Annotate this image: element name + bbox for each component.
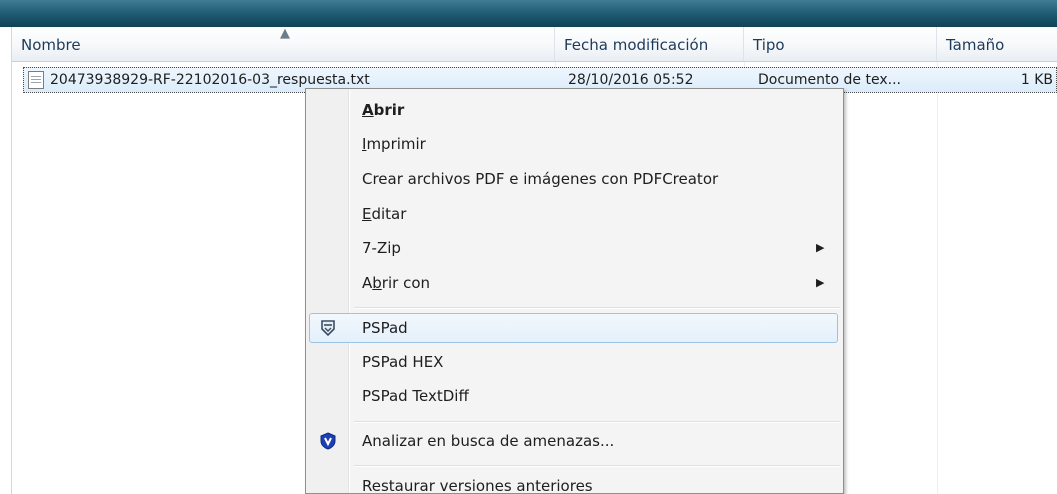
menu-item-edit[interactable]: Editar [306,197,843,231]
submenu-arrow-icon: ▶ [816,241,825,254]
menu-item-7zip-label: 7-Zip [362,239,401,257]
menu-item-restore[interactable]: Restaurar versiones anteriores [306,469,843,494]
window-title-bar [0,0,1057,27]
menu-item-open[interactable]: Abrir [306,93,843,127]
shield-scan-icon [320,432,336,450]
column-header-date[interactable]: Fecha modificación [555,27,744,61]
column-header-type-label: Tipo [753,36,785,54]
sort-ascending-icon: ▲ [280,26,290,41]
submenu-arrow-icon: ▶ [816,276,825,289]
text-file-icon [28,71,44,89]
menu-item-pspad[interactable]: PSPad [306,311,843,345]
menu-separator [354,465,840,467]
menu-item-print[interactable]: Imprimir [306,127,843,161]
menu-separator [354,307,840,309]
column-header-size[interactable]: Tamaño [937,27,1057,61]
menu-item-pdfcreator-label: Crear archivos PDF e imágenes con PDFCre… [362,170,719,188]
column-header-bar: Nombre ▲ Fecha modificación Tipo Tamaño [12,26,1057,62]
menu-item-pdfcreator[interactable]: Crear archivos PDF e imágenes con PDFCre… [306,162,843,196]
menu-separator [354,421,840,423]
menu-item-open-with-label: Abrir con [362,274,430,292]
column-header-size-label: Tamaño [946,36,1005,54]
menu-item-scan[interactable]: Analizar en busca de amenazas... [306,424,843,458]
column-header-type[interactable]: Tipo [744,27,937,61]
menu-item-open-with[interactable]: Abrir con ▶ [306,266,843,300]
menu-item-edit-label: Editar [362,205,407,223]
menu-item-scan-label: Analizar en busca de amenazas... [362,432,615,450]
menu-item-open-label: Abrir [362,101,405,119]
navigation-pane-edge [0,27,12,494]
menu-item-pspad-textdiff[interactable]: PSPad TextDiff [306,379,843,413]
menu-item-pspad-label: PSPad [362,319,408,337]
menu-item-print-label: Imprimir [362,135,426,153]
menu-item-7zip[interactable]: 7-Zip ▶ [306,231,843,265]
file-size: 1 KB [1020,72,1053,88]
column-header-name[interactable]: Nombre ▲ [12,26,555,61]
menu-item-restore-label: Restaurar versiones anteriores [362,477,593,494]
column-header-name-label: Nombre [21,36,81,54]
menu-item-pspad-hex[interactable]: PSPad HEX [306,345,843,379]
context-menu: Abrir Imprimir Crear archivos PDF e imág… [305,88,844,494]
column-divider [937,62,938,494]
column-header-date-label: Fecha modificación [564,36,709,54]
pspad-icon [321,320,335,337]
menu-item-pspad-hex-label: PSPad HEX [362,353,444,371]
menu-item-pspad-textdiff-label: PSPad TextDiff [362,387,469,405]
